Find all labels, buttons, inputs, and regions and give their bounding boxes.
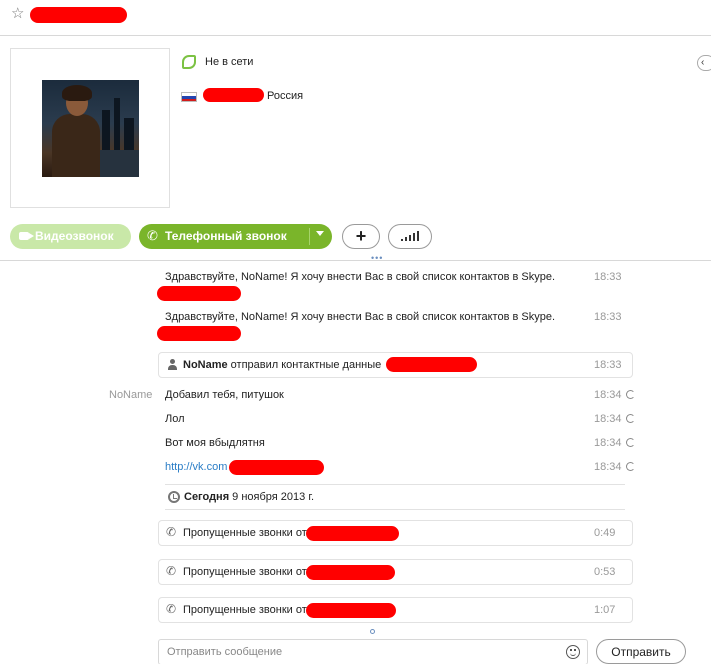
resize-handle[interactable]: ••• (371, 253, 383, 263)
call-duration: 0:49 (594, 527, 616, 539)
redacted-contact-data (386, 357, 477, 372)
message-input[interactable] (158, 639, 588, 664)
redacted-link (229, 460, 324, 475)
sending-spinner-icon (626, 462, 635, 471)
message-time: 18:33 (594, 311, 622, 323)
favorite-star-icon[interactable]: ☆ (11, 6, 24, 22)
sender-name: NoName (109, 389, 153, 401)
redacted-caller (306, 565, 395, 580)
phone-call-label: Телефонный звонок (165, 229, 287, 243)
call-duration: 1:07 (594, 604, 616, 616)
phone-icon: ✆ (166, 602, 177, 616)
video-call-button[interactable]: Видеозвонок (10, 224, 131, 249)
avatar-frame (10, 48, 170, 208)
video-camera-icon (19, 232, 34, 240)
chat-message: Лол (165, 413, 185, 425)
message-time: 18:34 (594, 413, 622, 425)
add-participants-button[interactable]: + (342, 224, 380, 249)
sending-spinner-icon (626, 414, 635, 423)
send-button[interactable]: Отправить (596, 639, 686, 664)
video-call-label: Видеозвонок (35, 229, 114, 243)
header-divider (0, 260, 711, 261)
user-icon (168, 359, 177, 371)
redacted-contact-name (30, 7, 127, 23)
missed-call-text: Пропущенные звонки от (183, 566, 307, 578)
clock-icon (168, 491, 180, 503)
missed-call-notice[interactable]: ✆ Пропущенные звонки от 0:53 (158, 559, 633, 585)
chat-message: Добавил тебя, питушок (165, 389, 284, 401)
offline-status-icon (182, 55, 196, 69)
missed-call-text: Пропущенные звонки от (183, 527, 307, 539)
chat-link[interactable]: http://vk.com (165, 461, 227, 473)
phone-call-button[interactable]: ✆ Телефонный звонок (139, 224, 332, 249)
collapse-profile-button[interactable]: ‹ (697, 55, 711, 71)
contact-share-text: отправил контактные данные (227, 359, 382, 371)
contact-share-name: NoName (183, 359, 228, 371)
phone-icon: ✆ (147, 228, 158, 243)
phone-icon: ✆ (166, 525, 177, 539)
phone-icon: ✆ (166, 564, 177, 578)
message-time: 18:34 (594, 461, 622, 473)
redacted-caller (306, 526, 399, 541)
avatar[interactable] (42, 80, 139, 177)
message-time: 18:34 (594, 389, 622, 401)
status-text: Не в сети (205, 56, 254, 68)
contact-request-message: Здравствуйте, NoName! Я хочу внести Вас … (165, 311, 555, 323)
country-text: Россия (267, 90, 304, 102)
message-time: 18:33 (594, 271, 622, 283)
date-text: 9 ноября 2013 г. (229, 491, 315, 503)
missed-call-text: Пропущенные звонки от (183, 604, 307, 616)
russia-flag-icon (181, 92, 197, 102)
chat-message: Вот моя вбыдлятня (165, 437, 265, 449)
date-divider: Сегодня 9 ноября 2013 г. (165, 484, 625, 510)
conversation-header: ☆ (0, 0, 711, 36)
redacted-city (203, 88, 264, 102)
sending-spinner-icon (626, 390, 635, 399)
redacted-text (157, 286, 241, 301)
sending-spinner-icon (626, 438, 635, 447)
message-time: 18:34 (594, 437, 622, 449)
contact-request-message: Здравствуйте, NoName! Я хочу внести Вас … (165, 271, 555, 283)
redacted-text (157, 326, 241, 341)
compose-resize-handle[interactable] (370, 629, 375, 634)
call-quality-button[interactable] (388, 224, 432, 249)
date-today: Сегодня (184, 491, 230, 503)
message-time: 18:33 (594, 359, 622, 371)
redacted-caller (306, 603, 396, 618)
chevron-down-icon[interactable] (316, 231, 324, 236)
call-duration: 0:53 (594, 566, 616, 578)
emoji-icon[interactable] (566, 645, 580, 659)
